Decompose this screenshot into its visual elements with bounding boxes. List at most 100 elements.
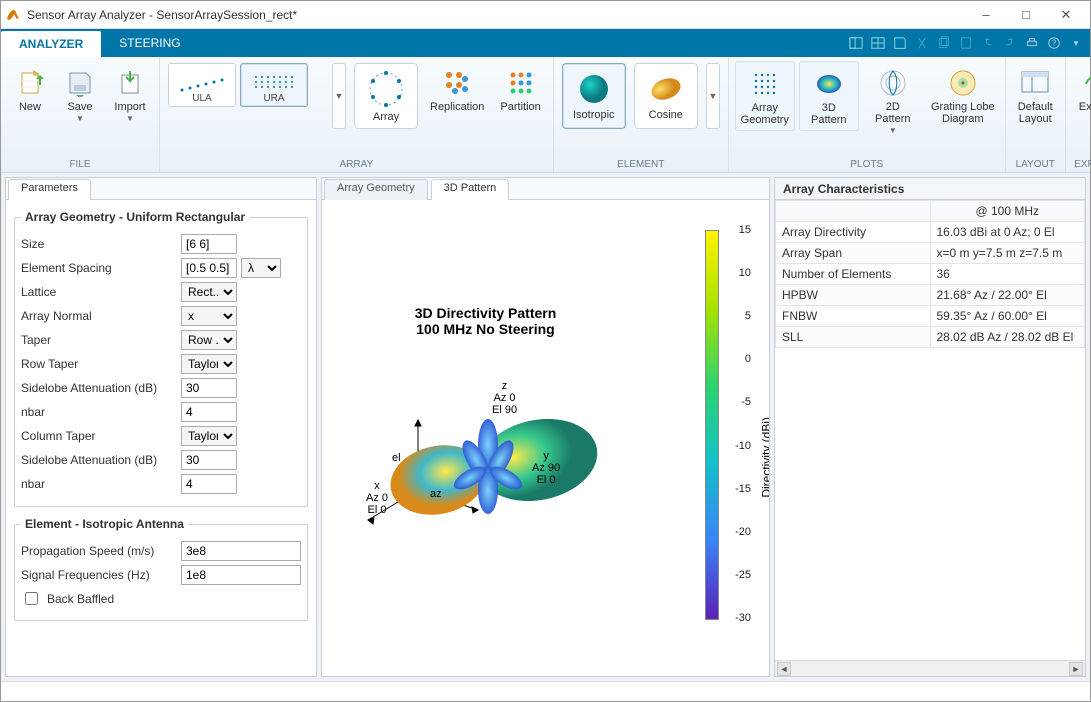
row-taper-select[interactable]: Taylor [181,354,237,374]
sigfreq-input[interactable] [181,565,301,585]
content-area: Parameters Array Geometry - Uniform Rect… [1,173,1090,681]
normal-select[interactable]: x [181,306,237,326]
qat-print-icon[interactable] [1022,33,1042,53]
qat-paste-icon[interactable] [956,33,976,53]
table-row: Number of Elements36 [776,264,1085,285]
axis-y-label: yAz 90El 0 [532,450,560,486]
export-button[interactable]: Export ▼ [1072,61,1091,127]
sla2-input[interactable] [181,450,237,470]
array-custom-button[interactable]: Array [354,63,418,129]
sla-label: Sidelobe Attenuation (dB) [21,381,181,395]
row-taper-label: Row Taper [21,357,181,371]
size-label: Size [21,237,181,251]
qat-undo-icon[interactable] [978,33,998,53]
parameters-tab[interactable]: Parameters [8,179,91,200]
ribbon-group-layout: Default Layout LAYOUT [1006,57,1066,172]
taper-select[interactable]: Row ... [181,330,237,350]
element-isotropic[interactable]: Isotropic [562,63,626,129]
baffled-label: Back Baffled [47,592,114,606]
app-tabstrip: ANALYZER STEERING ? ▾ [1,29,1090,57]
qat-copy-icon[interactable] [934,33,954,53]
plot-array-geometry-button[interactable]: Array Geometry [735,61,795,131]
element-fieldset: Element - Isotropic Antenna Propagation … [14,517,308,621]
partition-button[interactable]: Partition [494,61,546,117]
chevron-down-icon: ▼ [889,126,897,135]
plot-3d-canvas[interactable]: 3D Directivity Pattern 100 MHz No Steeri… [322,200,769,676]
char-value: 36 [930,264,1085,285]
tab-3d-pattern[interactable]: 3D Pattern [431,179,510,200]
back-baffled-checkbox[interactable] [25,592,38,605]
close-button[interactable]: ✕ [1046,2,1086,28]
array-custom-icon [366,69,406,109]
nbar-input[interactable] [181,402,237,422]
default-layout-button[interactable]: Default Layout [1012,61,1059,129]
qat-cut-icon[interactable] [912,33,932,53]
new-button[interactable]: New [7,61,53,117]
array-option-ura[interactable]: URA [240,63,308,107]
element-gallery-expand[interactable]: ▼ [706,63,720,129]
nbar2-input[interactable] [181,474,237,494]
qat-redo-icon[interactable] [1000,33,1020,53]
sla-input[interactable] [181,378,237,398]
replication-button[interactable]: Replication [424,61,490,117]
char-header: @ 100 MHz [930,201,1085,222]
lattice-select[interactable]: Rect... [181,282,237,302]
normal-label: Array Normal [21,309,181,323]
save-icon [66,69,94,97]
nbar2-label: nbar [21,477,181,491]
app-window: Sensor Array Analyzer - SensorArraySessi… [0,0,1091,702]
characteristics-panel: Array Characteristics @ 100 MHz Array Di… [774,177,1086,677]
array-gallery-expand[interactable]: ▼ [332,63,346,129]
scroll-left-button[interactable]: ◄ [777,662,791,676]
char-key: Array Directivity [776,222,931,243]
sigfreq-label: Signal Frequencies (Hz) [21,568,181,582]
ribbon-group-plots: Array Geometry 3D Pattern 2D Pattern ▼ G… [729,57,1006,172]
plot-body[interactable]: 3D Directivity Pattern 100 MHz No Steeri… [322,200,769,676]
array-geometry-icon [750,69,780,99]
table-row: Array Spanx=0 m y=7.5 m z=7.5 m [776,243,1085,264]
size-input[interactable] [181,234,237,254]
horizontal-scrollbar[interactable]: ◄ ► [775,660,1085,676]
qat-help-icon[interactable]: ? [1044,33,1064,53]
qat-grid-icon[interactable] [868,33,888,53]
ribbon: New Save ▼ Import ▼ FILE [1,57,1090,173]
table-row: SLL28.02 dB Az / 28.02 dB El [776,327,1085,348]
tab-analyzer[interactable]: ANALYZER [1,31,101,57]
minimize-button[interactable]: – [966,2,1006,28]
plot-3d-pattern-button[interactable]: 3D Pattern [799,61,859,131]
sla2-label: Sidelobe Attenuation (dB) [21,453,181,467]
cosine-icon [648,71,684,107]
spacing-unit-select[interactable]: λ [241,258,281,278]
plot-2d-pattern-button[interactable]: 2D Pattern ▼ [863,61,923,139]
array-option-ula[interactable]: ULA [168,63,236,107]
array-gallery[interactable]: ULA URA [166,61,326,109]
save-button[interactable]: Save ▼ [57,61,103,127]
qat-save-icon[interactable] [890,33,910,53]
grating-icon [948,68,978,98]
spacing-label: Element Spacing [21,261,181,275]
titlebar: Sensor Array Analyzer - SensorArraySessi… [1,1,1090,29]
export-icon [1080,68,1091,98]
window-title: Sensor Array Analyzer - SensorArraySessi… [27,8,966,22]
ribbon-group-array: ULA URA ▼ [160,57,554,172]
svg-text:?: ? [1052,39,1057,48]
import-button[interactable]: Import ▼ [107,61,153,127]
element-cosine[interactable]: Cosine [634,63,698,129]
col-taper-select[interactable]: Taylor [181,426,237,446]
char-key: HPBW [776,285,931,306]
spacing-input[interactable] [181,258,237,278]
qat-layout-icon[interactable] [846,33,866,53]
col-taper-label: Column Taper [21,429,181,443]
tab-array-geometry[interactable]: Array Geometry [324,179,428,200]
plot-grating-lobe-button[interactable]: Grating Lobe Diagram [927,61,999,129]
propspeed-label: Propagation Speed (m/s) [21,544,181,558]
propspeed-input[interactable] [181,541,301,561]
tab-steering[interactable]: STEERING [101,29,198,57]
element-legend: Element - Isotropic Antenna [21,517,188,531]
scroll-right-button[interactable]: ► [1069,662,1083,676]
qat-overflow-icon[interactable]: ▾ [1066,33,1086,53]
maximize-button[interactable]: □ [1006,2,1046,28]
char-value: 28.02 dB Az / 28.02 dB El [930,327,1085,348]
char-value: 21.68° Az / 22.00° El [930,285,1085,306]
colorbar-ticks: 151050-5-10-15-20-25-30 [723,224,751,624]
